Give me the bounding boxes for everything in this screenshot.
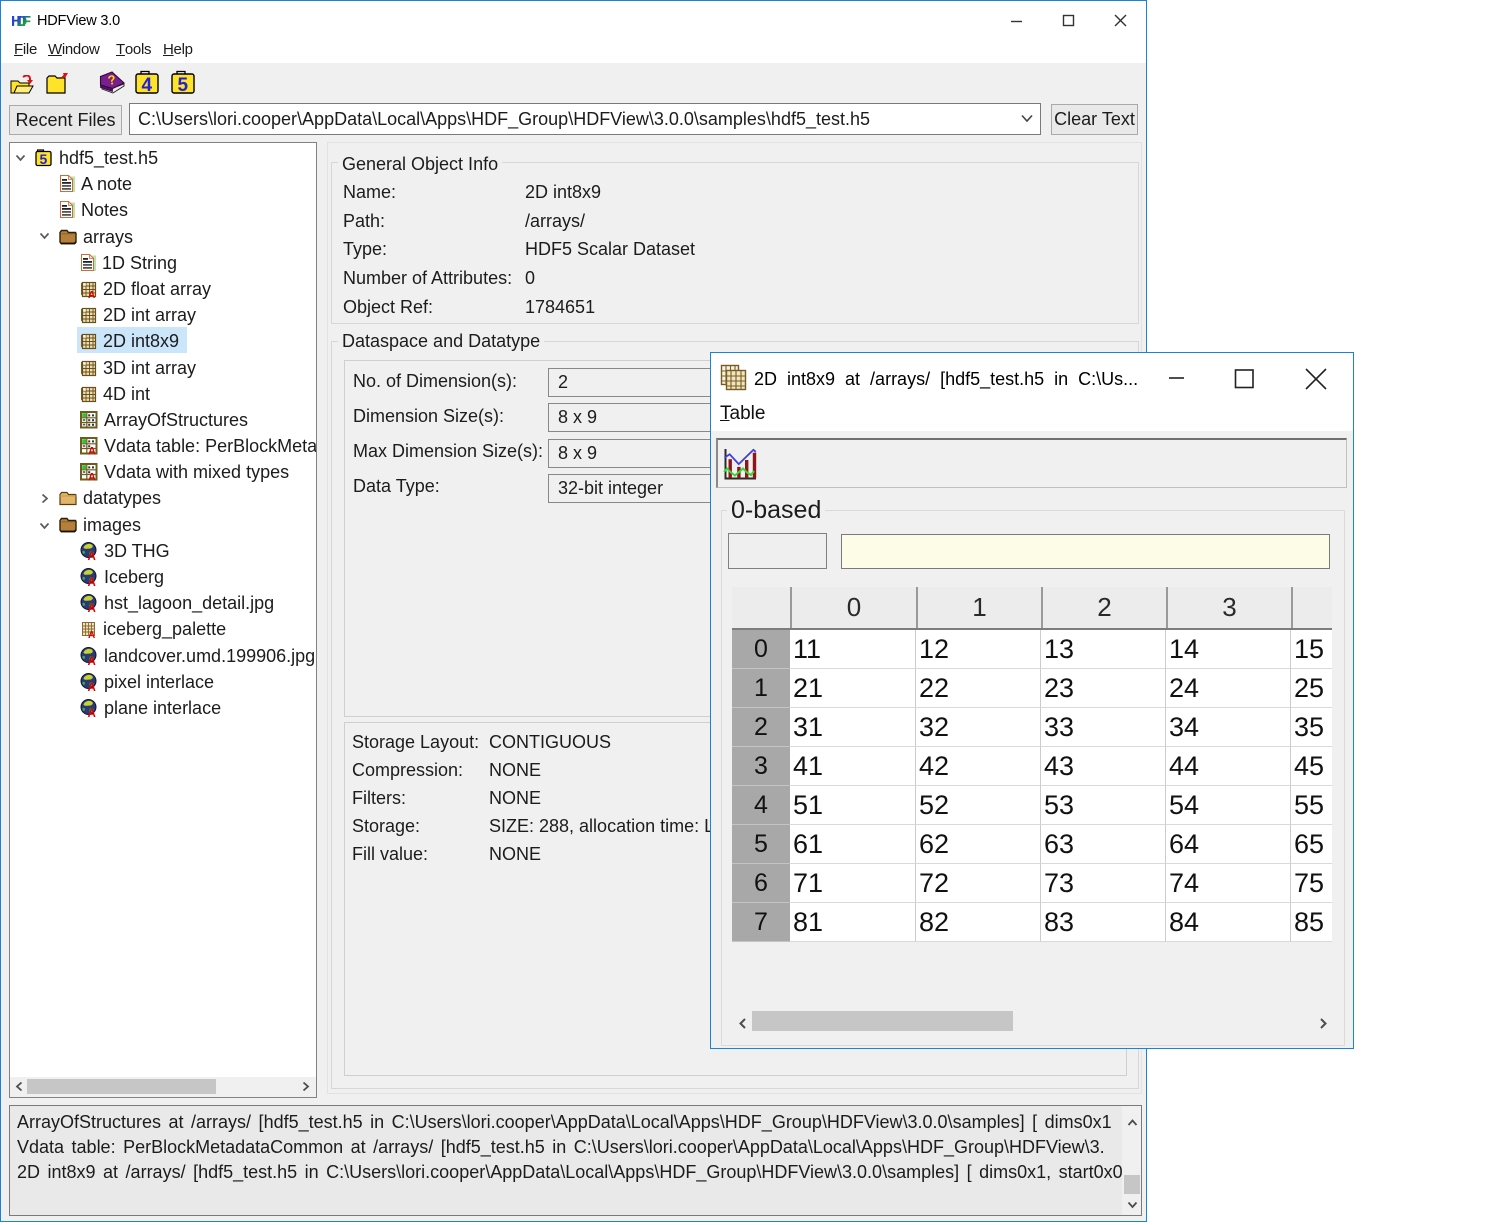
svg-text:5: 5	[178, 75, 189, 94]
svg-text:A: A	[88, 682, 96, 691]
svg-text:HDF: HDF	[11, 13, 31, 29]
svg-text:A: A	[88, 630, 95, 638]
svg-text:?: ?	[107, 72, 117, 88]
svg-text:A: A	[88, 551, 96, 560]
svg-text:5: 5	[40, 151, 48, 167]
svg-text:A: A	[88, 290, 95, 298]
svg-text:A: A	[88, 603, 96, 612]
svg-text:A: A	[88, 708, 96, 717]
svg-text:A: A	[88, 472, 96, 482]
svg-text:A: A	[88, 656, 96, 665]
svg-text:A: A	[88, 446, 96, 456]
svg-text:A: A	[88, 577, 96, 586]
svg-text:4: 4	[142, 75, 153, 94]
